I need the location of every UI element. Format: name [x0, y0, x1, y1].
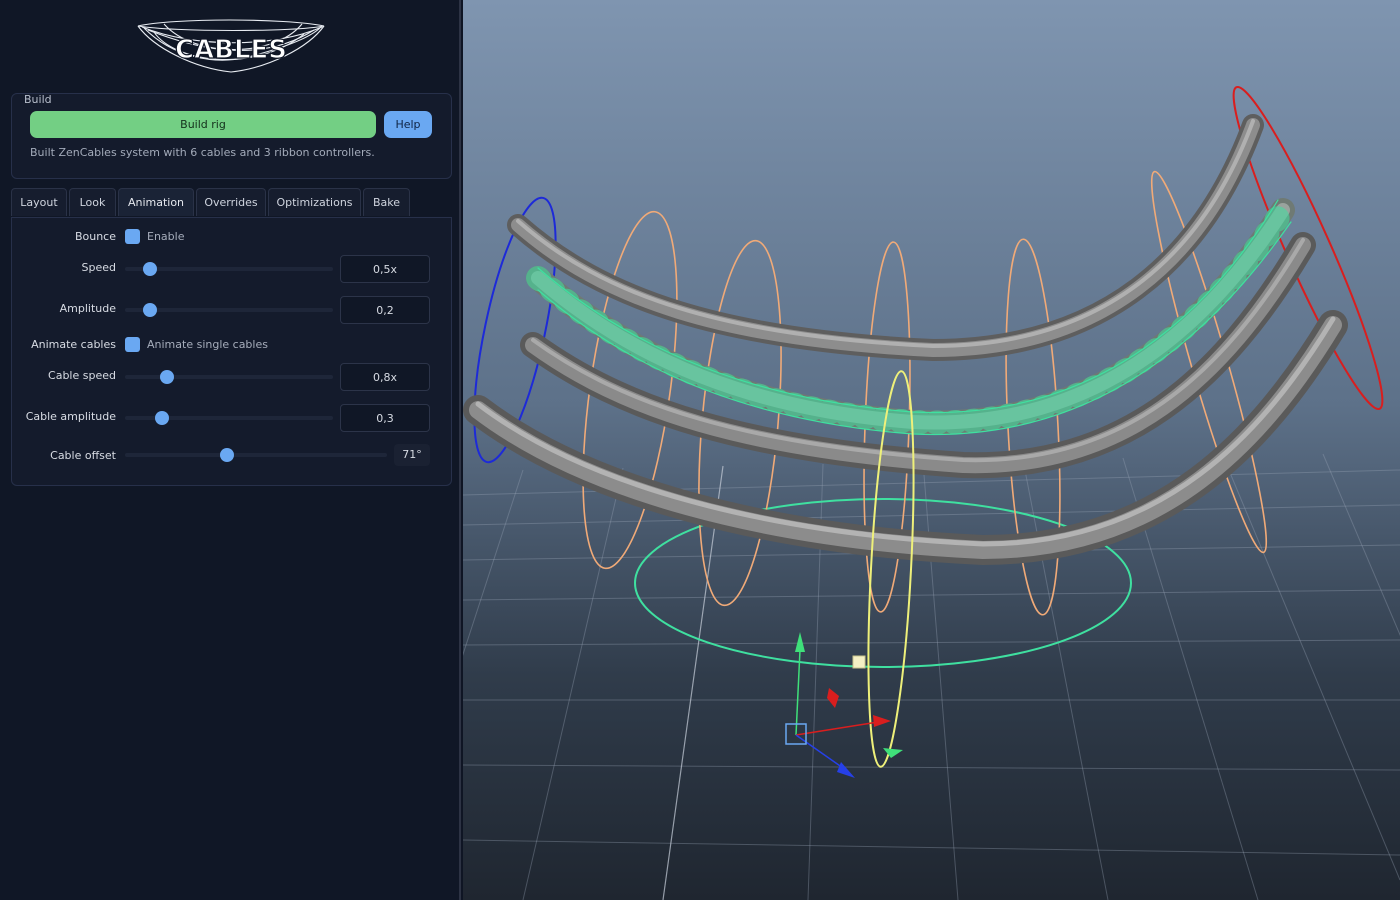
cable-offset-value[interactable]: 71° — [394, 444, 430, 466]
amplitude-label: Amplitude — [59, 302, 116, 315]
amplitude-slider-handle[interactable] — [142, 303, 157, 317]
move-manipulator[interactable] — [785, 632, 903, 778]
build-group-title: Build — [24, 93, 52, 106]
animate-cables-label: Animate cables — [31, 338, 116, 351]
animate-single-cables-checkbox[interactable] — [125, 337, 140, 352]
cables-panel: CABLES Build Build rig Help Built ZenCab… — [0, 0, 461, 900]
help-button[interactable]: Help — [384, 111, 432, 138]
cable-speed-label: Cable speed — [48, 369, 116, 382]
3d-viewport[interactable] — [463, 0, 1400, 900]
cable-speed-slider-handle[interactable] — [159, 370, 174, 384]
tab-look[interactable]: Look — [69, 188, 116, 216]
tab-animation[interactable]: Animation — [118, 188, 194, 216]
cable-offset-label: Cable offset — [50, 449, 116, 462]
animation-settings: Bounce Enable Speed 0,5x Amplitude 0,2 A… — [11, 217, 452, 486]
cable-top — [507, 114, 1264, 362]
cable-offset-slider-handle[interactable] — [220, 448, 235, 462]
build-group: Build Build rig Help Built ZenCables sys… — [11, 93, 452, 179]
svg-text:CABLES: CABLES — [175, 35, 287, 65]
tab-overrides[interactable]: Overrides — [196, 188, 266, 216]
build-rig-button[interactable]: Build rig — [30, 111, 376, 138]
grid-axis-line — [662, 465, 724, 900]
tab-optimizations[interactable]: Optimizations — [268, 188, 361, 216]
cable-amplitude-slider-handle[interactable] — [155, 411, 170, 425]
cables-logo: CABLES — [137, 19, 325, 73]
cable-offset-slider-track[interactable] — [125, 453, 387, 457]
speed-slider-handle[interactable] — [142, 262, 157, 276]
bounce-enable-checkbox[interactable] — [125, 229, 140, 244]
tab-bake[interactable]: Bake — [363, 188, 410, 216]
build-status-text: Built ZenCables system with 6 cables and… — [30, 146, 375, 159]
cable-amplitude-value-field[interactable]: 0,3 — [340, 404, 430, 432]
ground-grid — [463, 453, 1400, 900]
tab-layout[interactable]: Layout — [11, 188, 67, 216]
speed-value-field[interactable]: 0,5x — [340, 255, 430, 283]
animate-single-cables-label: Animate single cables — [147, 338, 268, 351]
bounce-label: Bounce — [74, 230, 116, 243]
cable-speed-value-field[interactable]: 0,8x — [340, 363, 430, 391]
speed-label: Speed — [81, 261, 116, 274]
amplitude-value-field[interactable]: 0,2 — [340, 296, 430, 324]
scene-render — [463, 85, 1400, 900]
cable-amplitude-label: Cable amplitude — [25, 410, 116, 423]
cable-speed-slider-track[interactable] — [125, 375, 333, 379]
bounce-enable-label: Enable — [147, 230, 185, 243]
